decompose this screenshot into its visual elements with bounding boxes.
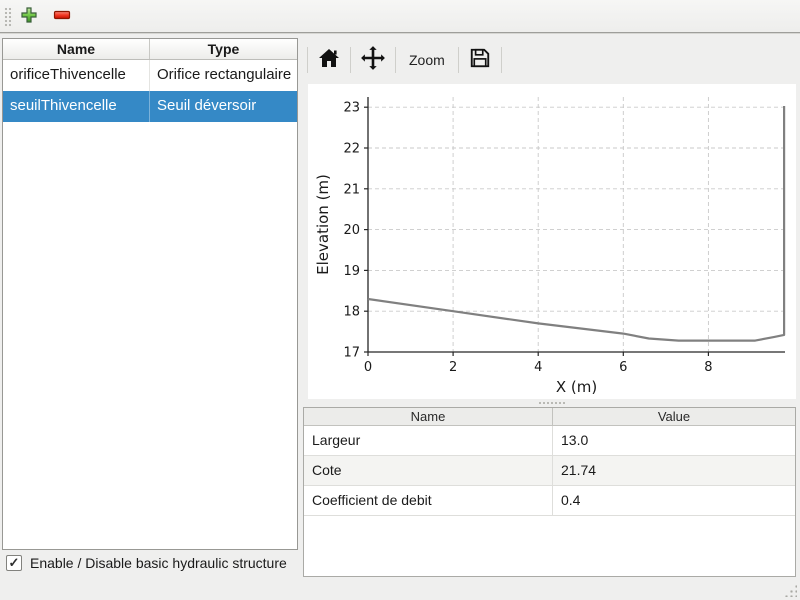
home-icon xyxy=(318,48,340,73)
svg-text:Elevation (m): Elevation (m) xyxy=(314,174,332,275)
enable-structure-label[interactable]: Enable / Disable basic hydraulic structu… xyxy=(30,555,287,571)
enable-structure-checkbox[interactable] xyxy=(6,555,22,571)
svg-text:2: 2 xyxy=(449,360,457,375)
structure-type: Orifice rectangulaire xyxy=(150,60,297,91)
elevation-profile-chart[interactable]: 17 18 19 20 21 22 23 0 2 4 6 8 X (m) Elevation (m) xyxy=(308,84,796,399)
property-name: Coefficient de debit xyxy=(304,486,553,515)
properties-table-header: Name Value xyxy=(304,408,795,426)
home-button[interactable] xyxy=(311,45,347,75)
column-header-name[interactable]: Name xyxy=(3,39,150,59)
save-icon xyxy=(469,47,491,74)
table-row[interactable]: orificeThivencelle Orifice rectangulaire xyxy=(3,60,297,91)
svg-text:20: 20 xyxy=(343,223,360,238)
column-header-type[interactable]: Type xyxy=(150,39,297,59)
structure-type: Seuil déversoir xyxy=(150,91,297,122)
svg-text:19: 19 xyxy=(343,264,360,279)
structures-panel: Name Type orificeThivencelle Orifice rec… xyxy=(2,38,298,550)
svg-text:23: 23 xyxy=(343,101,360,116)
toolbar-separator xyxy=(307,47,308,73)
svg-text:6: 6 xyxy=(619,360,627,375)
toolbar-separator xyxy=(350,47,351,73)
plot-toolbar: Zoom xyxy=(304,43,505,77)
property-row[interactable]: Cote 21.74 xyxy=(304,456,795,486)
svg-text:0: 0 xyxy=(364,360,372,375)
svg-text:22: 22 xyxy=(343,142,360,157)
property-row[interactable]: Coefficient de debit 0.4 xyxy=(304,486,795,516)
svg-text:8: 8 xyxy=(704,360,712,375)
property-value[interactable]: 21.74 xyxy=(553,456,795,485)
property-value[interactable]: 13.0 xyxy=(553,426,795,455)
zoom-button[interactable]: Zoom xyxy=(399,45,455,75)
property-row[interactable]: Largeur 13.0 xyxy=(304,426,795,456)
structure-name: orificeThivencelle xyxy=(3,60,150,91)
column-header-name[interactable]: Name xyxy=(304,408,553,425)
svg-text:18: 18 xyxy=(343,305,360,320)
add-structure-button[interactable] xyxy=(17,5,41,29)
properties-table: Name Value Largeur 13.0 Cote 21.74 Coeff… xyxy=(303,407,796,577)
table-row[interactable]: seuilThivencelle Seuil déversoir xyxy=(3,91,297,122)
property-name: Cote xyxy=(304,456,553,485)
svg-text:X (m): X (m) xyxy=(556,378,597,396)
move-icon xyxy=(360,45,386,76)
app-window: Name Type orificeThivencelle Orifice rec… xyxy=(0,0,800,600)
pan-button[interactable] xyxy=(354,45,392,75)
property-value[interactable]: 0.4 xyxy=(553,486,795,515)
remove-structure-button[interactable] xyxy=(50,5,74,29)
svg-text:21: 21 xyxy=(343,182,360,197)
enable-structure-row: Enable / Disable basic hydraulic structu… xyxy=(6,555,287,571)
minus-icon xyxy=(53,6,71,29)
splitter-handle[interactable] xyxy=(538,401,566,405)
main-toolbar xyxy=(0,0,800,33)
save-button[interactable] xyxy=(462,45,498,75)
svg-text:4: 4 xyxy=(534,360,542,375)
structures-table-header: Name Type xyxy=(3,39,297,60)
structure-name: seuilThivencelle xyxy=(3,91,150,122)
elevation-profile-figure: 17 18 19 20 21 22 23 0 2 4 6 8 X (m) Elevation (m) xyxy=(308,84,796,399)
plus-icon xyxy=(20,6,38,29)
column-header-value[interactable]: Value xyxy=(553,408,795,425)
toolbar-separator xyxy=(395,47,396,73)
svg-text:17: 17 xyxy=(343,346,360,361)
toolbar-drag-handle[interactable] xyxy=(4,7,13,27)
window-resize-grip[interactable] xyxy=(784,584,797,597)
toolbar-separator xyxy=(501,47,502,73)
toolbar-separator xyxy=(458,47,459,73)
property-name: Largeur xyxy=(304,426,553,455)
